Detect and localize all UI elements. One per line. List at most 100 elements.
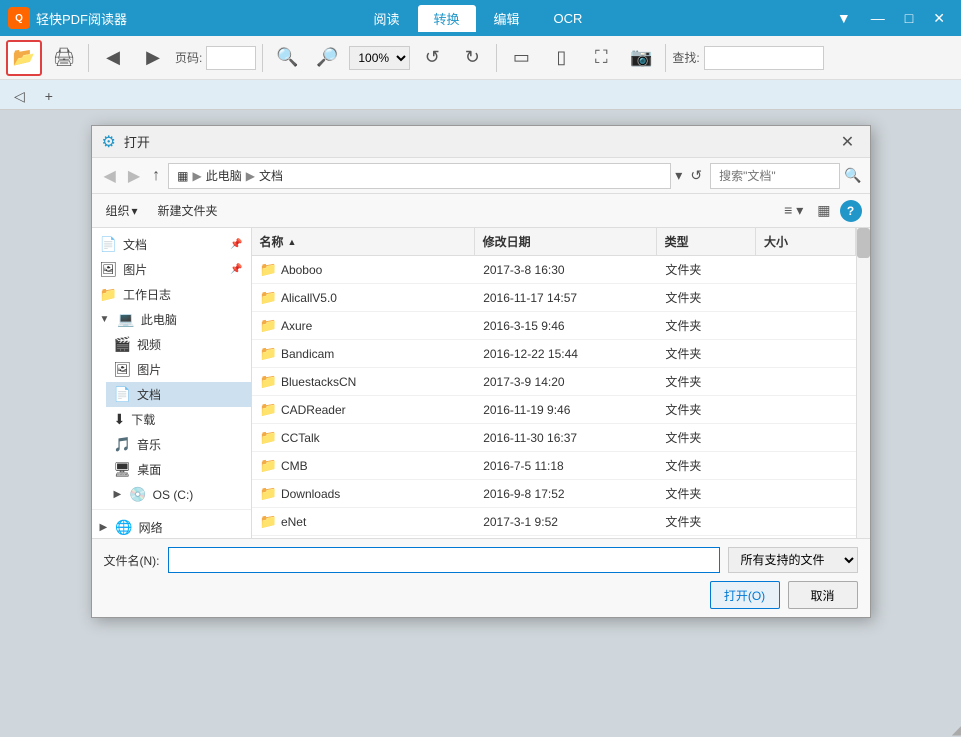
dialog-search-button[interactable]: 🔍 xyxy=(844,167,861,184)
forward-button[interactable]: ▶ xyxy=(135,40,171,76)
address-forward-button[interactable]: ▶ xyxy=(124,164,144,188)
organize-label: 组织 xyxy=(106,202,130,219)
col-size-label: 大小 xyxy=(764,233,788,250)
file-row-cadreader[interactable]: 📁CADReader 2016-11-19 9:46 文件夹 xyxy=(252,396,856,424)
close-button[interactable]: ✕ xyxy=(925,8,953,29)
scrollbar-track[interactable] xyxy=(856,228,870,538)
collapse-panel-button[interactable]: ◁ xyxy=(6,83,33,109)
col-name-sort-icon: ▲ xyxy=(288,237,297,247)
toolbar-separator-1 xyxy=(88,44,89,72)
col-header-date[interactable]: 修改日期 xyxy=(475,228,657,255)
folder-icon-enet: 📁 xyxy=(260,513,277,530)
file-row-cmb[interactable]: 📁CMB 2016-7-5 11:18 文件夹 xyxy=(252,452,856,480)
nav-item-documents[interactable]: 📄 文档 📌 xyxy=(92,232,251,257)
nav-label-this-pc: 此电脑 xyxy=(141,311,243,328)
file-name-downloads: Downloads xyxy=(281,487,340,501)
tab-edit[interactable]: 编辑 xyxy=(478,5,536,32)
address-dropdown-button[interactable]: ▾ xyxy=(675,167,682,184)
add-tab-button[interactable]: + xyxy=(37,83,61,109)
col-header-type[interactable]: 类型 xyxy=(657,228,756,255)
screenshot-button[interactable]: 📷 xyxy=(623,40,659,76)
breadcrumb-pc-icon: ▦ xyxy=(177,169,188,183)
file-row-bandicam[interactable]: 📁Bandicam 2016-12-22 15:44 文件夹 xyxy=(252,340,856,368)
dialog-title-left: ⚙ 打开 xyxy=(102,132,150,152)
file-row-downloads[interactable]: 📁Downloads 2016-9-8 17:52 文件夹 xyxy=(252,480,856,508)
cancel-button[interactable]: 取消 xyxy=(788,581,858,609)
file-date-bandicam: 2016-12-22 15:44 xyxy=(483,347,578,361)
rotate-button[interactable]: ↻ xyxy=(454,40,490,76)
dialog-search-input[interactable] xyxy=(710,163,840,189)
dialog-overlay: ⚙ 打开 ✕ ◀ ▶ ↑ ▦ ▶ 此电脑 ▶ 文档 ▾ ↺ xyxy=(0,110,961,737)
breadcrumb-this-pc[interactable]: 此电脑 xyxy=(206,167,242,184)
zoom-in-button[interactable]: 🔎 xyxy=(309,40,345,76)
breadcrumb-documents[interactable]: 文档 xyxy=(259,167,283,184)
single-page-button[interactable]: ▭ xyxy=(503,40,539,76)
organize-button[interactable]: 组织 ▾ xyxy=(100,199,144,222)
address-refresh-button[interactable]: ↺ xyxy=(686,165,706,186)
maximize-button[interactable]: □ xyxy=(897,8,921,29)
nav-item-documents2[interactable]: 📄 文档 xyxy=(106,382,251,407)
col-header-size[interactable]: 大小 xyxy=(756,228,855,255)
open-button[interactable]: 打开(O) xyxy=(710,581,780,609)
resize-handle[interactable]: ◢ xyxy=(947,723,961,737)
file-row-alicall[interactable]: 📁AlicallV5.0 2016-11-17 14:57 文件夹 xyxy=(252,284,856,312)
nav-item-music[interactable]: 🎵 音乐 xyxy=(106,432,251,457)
file-row-enet[interactable]: 📁eNet 2017-3-1 9:52 文件夹 xyxy=(252,508,856,536)
nav-item-videos[interactable]: 🎬 视频 xyxy=(106,332,251,357)
nav-item-this-pc[interactable]: ▼ 💻 此电脑 xyxy=(92,307,251,332)
settings-icon[interactable]: ▼ xyxy=(829,8,859,29)
tab-ocr[interactable]: OCR xyxy=(538,7,599,30)
tab-convert[interactable]: 转换 xyxy=(418,5,476,32)
filename-row: 文件名(N): 所有支持的文件 xyxy=(104,547,858,573)
file-row-aboboo[interactable]: 📁Aboboo 2017-3-8 16:30 文件夹 xyxy=(252,256,856,284)
fullscreen-button[interactable]: ⛶ xyxy=(583,40,619,76)
file-type-bluestacks: 文件夹 xyxy=(665,373,701,390)
this-pc-icon: 💻 xyxy=(117,311,134,328)
file-name-cctalk: CCTalk xyxy=(281,431,320,445)
file-row-bluestacks[interactable]: 📁BluestacksCN 2017-3-9 14:20 文件夹 xyxy=(252,368,856,396)
tab-read[interactable]: 阅读 xyxy=(358,5,416,32)
double-page-button[interactable]: ▯ xyxy=(543,40,579,76)
help-button[interactable]: ? xyxy=(840,200,862,222)
new-folder-button[interactable]: 新建文件夹 xyxy=(152,199,224,222)
zoom-select[interactable]: 100% 75% 150% xyxy=(349,46,410,70)
folder-icon-cadreader: 📁 xyxy=(260,401,277,418)
file-date-aboboo: 2017-3-8 16:30 xyxy=(483,263,564,277)
file-type-enet: 文件夹 xyxy=(665,513,701,530)
nav-item-pictures[interactable]: 🖼 图片 xyxy=(106,357,251,382)
filetype-select[interactable]: 所有支持的文件 xyxy=(728,547,858,573)
pin-icon-documents: 📌 xyxy=(230,239,242,250)
file-type-bandicam: 文件夹 xyxy=(665,345,701,362)
view-list-button[interactable]: ≡ ▾ xyxy=(779,199,808,222)
minimize-button[interactable]: — xyxy=(863,8,893,29)
file-row-axure[interactable]: 📁Axure 2016-3-15 9:46 文件夹 xyxy=(252,312,856,340)
nav-item-desktop[interactable]: 🖥 桌面 xyxy=(106,457,251,482)
nav-item-network[interactable]: ▶ 🌐 网络 xyxy=(92,515,251,538)
pin-icon-pictures: 📌 xyxy=(230,264,242,275)
toolbar-search-input[interactable] xyxy=(704,46,824,70)
address-back-button[interactable]: ◀ xyxy=(100,164,120,188)
print-button[interactable]: 🖨 xyxy=(46,40,82,76)
back-button[interactable]: ◀ xyxy=(95,40,131,76)
nav-item-os-drive[interactable]: ▶ 💿 OS (C:) xyxy=(106,482,251,507)
file-row-cctalk[interactable]: 📁CCTalk 2016-11-30 16:37 文件夹 xyxy=(252,424,856,452)
view-layout-button[interactable]: ▦ xyxy=(812,199,835,222)
page-input[interactable] xyxy=(206,46,256,70)
nav-item-work-diary[interactable]: 📁 工作日志 xyxy=(92,282,251,307)
nav-item-downloads[interactable]: ⬇ 下载 xyxy=(106,407,251,432)
scrollbar-thumb[interactable] xyxy=(857,228,870,258)
titlebar-tabs: 阅读 转换 编辑 OCR xyxy=(358,5,599,32)
refresh-button[interactable]: ↺ xyxy=(414,40,450,76)
file-date-cadreader: 2016-11-19 9:46 xyxy=(483,403,570,417)
zoom-out-button[interactable]: 🔍 xyxy=(269,40,305,76)
file-open-dialog: ⚙ 打开 ✕ ◀ ▶ ↑ ▦ ▶ 此电脑 ▶ 文档 ▾ ↺ xyxy=(91,125,871,618)
open-file-button[interactable]: 📂 xyxy=(6,40,42,76)
nav-item-pictures-fav[interactable]: 🖼 图片 📌 xyxy=(92,257,251,282)
address-up-button[interactable]: ↑ xyxy=(148,165,164,187)
filename-input[interactable] xyxy=(168,547,720,573)
file-date-downloads: 2016-9-8 17:52 xyxy=(483,487,564,501)
dialog-close-button[interactable]: ✕ xyxy=(836,130,860,154)
col-header-name[interactable]: 名称 ▲ xyxy=(252,228,475,255)
toolbar: 📂 🖨 ◀ ▶ 页码: 🔍 🔎 100% 75% 150% ↺ ↻ ▭ ▯ ⛶ … xyxy=(0,36,961,80)
nav-label-os-drive: OS (C:) xyxy=(153,488,243,502)
